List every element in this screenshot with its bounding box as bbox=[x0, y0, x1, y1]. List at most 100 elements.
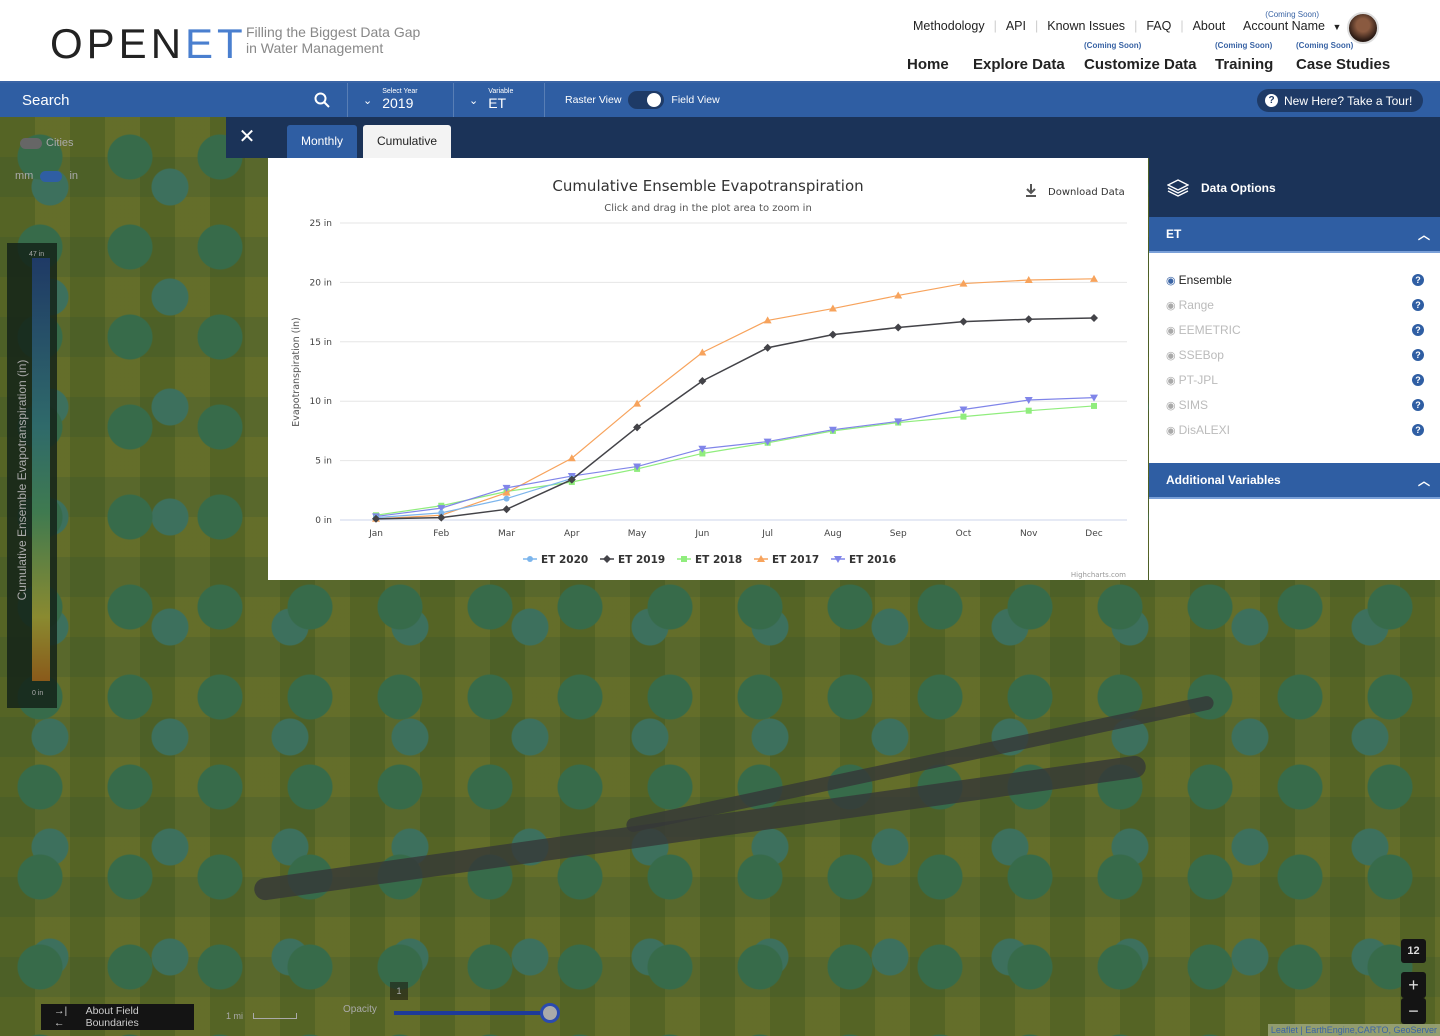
y-tick-label: 0 in bbox=[315, 516, 332, 526]
download-label: Download Data bbox=[1048, 187, 1125, 198]
cumulative-et-chart[interactable]: Cumulative Ensemble Evapotranspiration C… bbox=[268, 158, 1148, 580]
zoom-in-button[interactable]: + bbox=[1401, 972, 1426, 998]
help-icon[interactable]: ? bbox=[1412, 423, 1424, 436]
eye-icon[interactable]: ◉ bbox=[1166, 275, 1176, 287]
divider: | bbox=[1034, 19, 1039, 33]
map-attribution[interactable]: Leaflet | EarthEngine,CARTO, GeoServer bbox=[1267, 1024, 1440, 1036]
opacity-slider[interactable] bbox=[394, 1011, 548, 1015]
eye-icon[interactable]: ◉ bbox=[1166, 300, 1176, 312]
help-icon[interactable]: ? bbox=[1412, 348, 1424, 361]
help-icon[interactable]: ? bbox=[1412, 373, 1424, 386]
eye-icon[interactable]: ◉ bbox=[1166, 400, 1176, 412]
scale-label: 1 mi bbox=[226, 1011, 244, 1021]
x-tick-label: Jul bbox=[761, 529, 773, 539]
scale-line bbox=[253, 1013, 298, 1019]
et-section-header[interactable]: ET ︿ bbox=[1149, 217, 1440, 253]
option-text: PT-JPL bbox=[1178, 372, 1218, 387]
year-label: Select Year bbox=[382, 87, 418, 95]
nav-label: Case Studies bbox=[1296, 56, 1391, 73]
search-input[interactable]: Search bbox=[22, 83, 347, 117]
variable-select[interactable]: ⌄ Variable ET bbox=[453, 83, 544, 117]
chart-title: Cumulative Ensemble Evapotranspiration bbox=[552, 177, 863, 195]
legend-item[interactable]: ET 2019 bbox=[600, 554, 665, 566]
link-methodology[interactable]: Methodology bbox=[913, 19, 985, 33]
eye-icon[interactable]: ◉ bbox=[1166, 325, 1176, 337]
toggle-switch bbox=[40, 170, 63, 182]
et-option-ssebop[interactable]: ◉ SSEBop? bbox=[1149, 342, 1440, 367]
avatar[interactable] bbox=[1347, 12, 1379, 44]
cities-toggle[interactable]: Cities bbox=[20, 137, 74, 149]
legend-item[interactable]: ET 2018 bbox=[677, 554, 742, 566]
nav-customize-data[interactable]: (Coming Soon) Customize Data bbox=[1084, 41, 1197, 73]
et-option-pt-jpl[interactable]: ◉ PT-JPL? bbox=[1149, 367, 1440, 392]
split-icon: →|← bbox=[54, 1005, 68, 1029]
year-select[interactable]: ⌄ Select Year 2019 bbox=[347, 83, 453, 117]
legend-item[interactable]: ET 2016 bbox=[831, 554, 896, 566]
help-icon[interactable]: ? bbox=[1412, 398, 1424, 411]
download-button[interactable]: Download Data bbox=[1026, 184, 1125, 198]
eye-icon[interactable]: ◉ bbox=[1166, 425, 1176, 437]
series-line bbox=[375, 278, 1095, 520]
eye-icon[interactable]: ◉ bbox=[1166, 350, 1176, 362]
account-menu[interactable]: (Coming Soon) Account Name ▼ bbox=[1243, 10, 1341, 33]
legend-gradient bbox=[32, 258, 50, 681]
tab-cumulative[interactable]: Cumulative bbox=[363, 125, 452, 158]
tour-label: New Here? Take a Tour! bbox=[1284, 93, 1413, 108]
data-options-header: Data Options bbox=[1149, 158, 1440, 217]
option-text: Range bbox=[1178, 297, 1214, 312]
data-point bbox=[763, 343, 772, 352]
data-options-panel: Data Options ET ︿ ◉ Ensemble? ◉ Range? ◉ EEMET… bbox=[1149, 158, 1440, 580]
link-known-issues[interactable]: Known Issues bbox=[1047, 19, 1125, 33]
chart-container[interactable]: Cumulative Ensemble Evapotranspiration C… bbox=[268, 158, 1148, 580]
link-about[interactable]: About bbox=[1193, 19, 1226, 33]
legend-label: ET 2016 bbox=[849, 554, 896, 566]
data-point bbox=[828, 330, 837, 339]
nav-label: Explore Data bbox=[973, 56, 1065, 73]
data-point bbox=[1025, 407, 1032, 414]
tagline-line: Filling the Biggest Data Gap bbox=[246, 24, 421, 40]
legend-item[interactable]: ET 2020 bbox=[523, 554, 588, 566]
link-api[interactable]: API bbox=[1006, 19, 1026, 33]
option-label: ◉ Ensemble bbox=[1166, 273, 1232, 287]
et-option-range[interactable]: ◉ Range? bbox=[1149, 292, 1440, 317]
legend-label: ET 2017 bbox=[772, 554, 819, 566]
legend-item[interactable]: ET 2017 bbox=[754, 554, 819, 566]
option-text: SIMS bbox=[1178, 397, 1208, 412]
nav-training[interactable]: (Coming Soon) Training bbox=[1215, 41, 1274, 73]
main-nav: Home Explore Data (Coming Soon) Customize… bbox=[0, 41, 1440, 77]
eye-icon[interactable]: ◉ bbox=[1166, 375, 1176, 387]
nav-explore-data[interactable]: Explore Data bbox=[973, 56, 1065, 73]
additional-variables-header[interactable]: Additional Variables ︿ bbox=[1149, 463, 1440, 499]
et-option-disalexi[interactable]: ◉ DisALEXI? bbox=[1149, 417, 1440, 442]
nav-home[interactable]: Home bbox=[907, 56, 949, 73]
tab-monthly[interactable]: Monthly bbox=[287, 125, 358, 158]
view-toggle[interactable] bbox=[628, 91, 665, 109]
help-icon[interactable]: ? bbox=[1412, 298, 1424, 311]
nav-label: Training bbox=[1215, 56, 1274, 73]
x-tick-label: Mar bbox=[498, 529, 515, 539]
x-tick-label: Aug bbox=[824, 529, 842, 539]
zoom-out-button[interactable]: − bbox=[1401, 998, 1426, 1024]
help-icon[interactable]: ? bbox=[1412, 323, 1424, 336]
help-icon[interactable]: ? bbox=[1412, 273, 1424, 286]
download-icon bbox=[1026, 184, 1036, 197]
close-icon[interactable]: ✕ bbox=[226, 117, 268, 158]
tour-button[interactable]: ? New Here? Take a Tour! bbox=[1257, 89, 1423, 112]
option-label: ◉ SSEBop bbox=[1166, 348, 1224, 362]
field-boundaries-button[interactable]: →|← About Field Boundaries bbox=[41, 1004, 194, 1030]
y-tick-label: 5 in bbox=[315, 457, 332, 467]
et-option-sims[interactable]: ◉ SIMS? bbox=[1149, 392, 1440, 417]
opacity-slider-handle[interactable] bbox=[540, 1003, 560, 1023]
et-option-eemetric[interactable]: ◉ EEMETRIC? bbox=[1149, 317, 1440, 342]
option-label: ◉ SIMS bbox=[1166, 398, 1208, 412]
nav-case-studies[interactable]: (Coming Soon) Case Studies bbox=[1296, 41, 1391, 73]
highcharts-credit[interactable]: Highcharts.com bbox=[1071, 571, 1126, 579]
field-boundaries-label: About Field Boundaries bbox=[85, 1005, 139, 1029]
chevron-down-icon: ⌄ bbox=[469, 94, 479, 107]
unit-toggle[interactable]: mm in bbox=[15, 170, 78, 182]
search-icon[interactable] bbox=[314, 92, 330, 108]
x-tick-label: May bbox=[628, 529, 647, 539]
x-tick-label: Nov bbox=[1020, 529, 1038, 539]
link-faq[interactable]: FAQ bbox=[1146, 19, 1171, 33]
et-option-ensemble[interactable]: ◉ Ensemble? bbox=[1149, 267, 1440, 292]
